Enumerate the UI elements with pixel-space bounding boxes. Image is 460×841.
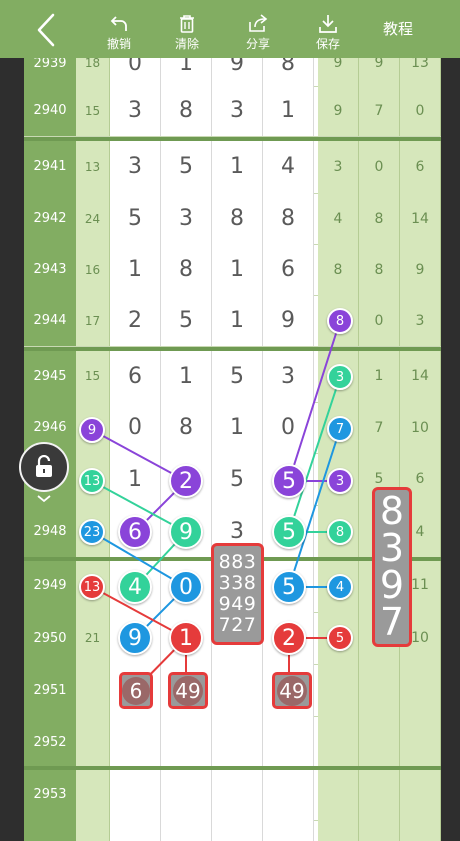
selected-digit: 7	[379, 600, 405, 644]
number-ball[interactable]: 7	[327, 416, 353, 442]
predicted-ball: 6	[122, 676, 150, 705]
number-ball[interactable]: 9	[79, 417, 105, 443]
download-icon	[318, 13, 338, 35]
trend-chart-screen: 2939 18 0 1 9 8 9 9 13 2940 15 3 8 3 1 9 7 0 2941 13 3 5 1 4 3 0 6…	[0, 0, 460, 841]
number-ball[interactable]: 1	[169, 621, 203, 655]
selected-digit: 8	[379, 489, 405, 533]
clear-button[interactable]: 清除	[168, 6, 206, 52]
number-ball[interactable]: 5	[327, 625, 353, 651]
number-ball[interactable]: 4	[118, 570, 152, 604]
number-ball[interactable]: 8	[327, 308, 353, 334]
number-ball[interactable]: 5	[272, 515, 306, 549]
predicted-cell[interactable]: 49	[168, 672, 208, 709]
share-icon	[247, 13, 269, 35]
predicted-cell[interactable]: 49	[272, 672, 312, 709]
unlock-icon	[36, 455, 52, 477]
back-button[interactable]	[24, 8, 68, 52]
number-ball[interactable]: 9	[169, 515, 203, 549]
number-ball[interactable]: 0	[169, 570, 203, 604]
number-ball[interactable]: 6	[118, 515, 152, 549]
undo-label: 撤销	[106, 37, 131, 51]
chevron-left-icon	[37, 13, 55, 47]
number-ball[interactable]: 5	[272, 570, 306, 604]
number-ball[interactable]: 13	[79, 574, 105, 600]
share-label: 分享	[245, 37, 270, 51]
predicted-cell[interactable]: 6	[119, 672, 153, 709]
undo-icon	[109, 13, 129, 35]
number-ball[interactable]: 3	[327, 364, 353, 390]
selected-digits-box[interactable]: 8 3 9 7	[372, 487, 412, 647]
undo-button[interactable]: 撤销	[100, 6, 138, 52]
share-button[interactable]: 分享	[238, 6, 278, 52]
number-ball[interactable]: 5	[272, 464, 306, 498]
save-label: 保存	[315, 37, 340, 51]
number-ball[interactable]: 4	[327, 574, 353, 600]
number-ball[interactable]: 23	[79, 519, 105, 545]
chevron-down-icon[interactable]	[34, 492, 54, 506]
predicted-ball: 49	[173, 675, 203, 706]
number-ball[interactable]: 9	[118, 621, 152, 655]
clear-label: 清除	[174, 37, 199, 51]
save-button[interactable]: 保存	[308, 6, 348, 52]
selected-digit: 3	[379, 526, 405, 570]
tutorial-button[interactable]: 教程	[372, 14, 424, 42]
number-ball[interactable]: 2	[169, 464, 203, 498]
number-ball[interactable]: 3	[327, 468, 353, 494]
number-ball[interactable]: 8	[327, 519, 353, 545]
number-ball[interactable]: 13	[79, 468, 105, 494]
number-ball[interactable]: 2	[272, 621, 306, 655]
candidate-line: 883	[218, 551, 257, 573]
candidate-line: 338	[218, 572, 257, 594]
trend-lines	[91, 320, 341, 691]
trash-icon	[178, 13, 196, 35]
top-toolbar: 撤销 清除 分享 保存 教程	[0, 0, 460, 58]
predicted-ball: 49	[277, 675, 307, 706]
candidate-line: 727	[218, 614, 257, 636]
candidate-number-box[interactable]: 883 338 949 727	[211, 543, 264, 645]
selected-digit: 9	[379, 563, 405, 607]
candidate-line: 949	[218, 593, 257, 615]
lock-button[interactable]	[19, 442, 69, 492]
